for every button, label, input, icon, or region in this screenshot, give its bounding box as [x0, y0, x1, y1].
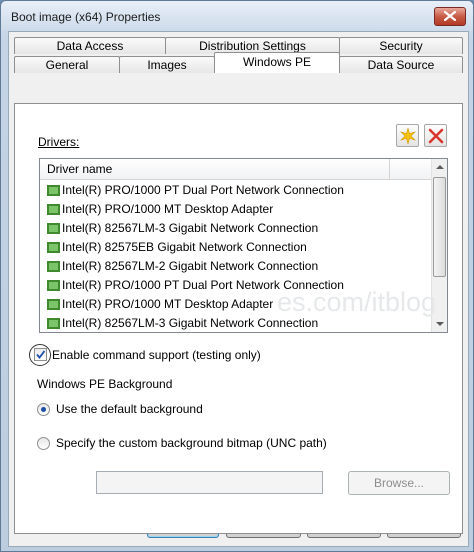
windows-pe-panel: Drivers: Driver name Intel(R) PRO/1000 P…: [14, 103, 463, 534]
driver-name: Intel(R) PRO/1000 PT Dual Port Network C…: [62, 183, 344, 197]
remove-driver-button[interactable]: [424, 124, 447, 147]
watermark-text: es.com/itblog: [277, 287, 437, 317]
tab-data-source[interactable]: Data Source: [339, 56, 463, 73]
list-item[interactable]: Intel(R) PRO/1000 MT Desktop Adapter: [40, 200, 432, 219]
scroll-up-arrow[interactable]: [432, 159, 447, 175]
network-driver-icon: [47, 223, 60, 234]
tab-images[interactable]: Images: [119, 56, 215, 73]
enable-command-support-label[interactable]: Enable command support (testing only): [52, 348, 261, 362]
list-item[interactable]: Intel(R) 82567LM-3 Gigabit Network Conne…: [40, 219, 432, 238]
driver-name: Intel(R) 82575EB Gigabit Network Connect…: [62, 240, 307, 254]
custom-background-radio[interactable]: [37, 437, 50, 450]
column-divider[interactable]: [389, 159, 390, 179]
network-driver-icon: [47, 242, 60, 253]
network-driver-icon: [47, 261, 60, 272]
properties-window: Boot image (x64) Properties Data Access …: [0, 0, 474, 552]
close-icon: [444, 11, 456, 21]
window-title: Boot image (x64) Properties: [11, 10, 161, 24]
scrollbar-thumb[interactable]: [433, 177, 446, 277]
chevron-down-icon: [436, 322, 444, 326]
network-driver-icon: [47, 280, 60, 291]
network-driver-icon: [47, 204, 60, 215]
scroll-down-arrow[interactable]: [432, 316, 447, 332]
driver-name: Intel(R) 82567LM-3 Gigabit Network Conne…: [62, 221, 319, 235]
driver-name: Intel(R) PRO/1000 MT Desktop Adapter: [62, 202, 274, 216]
close-button[interactable]: [434, 7, 466, 26]
enable-command-support-checkbox[interactable]: [34, 348, 47, 361]
chevron-up-icon: [436, 165, 444, 169]
driver-name: Intel(R) 82567LM-2 Gigabit Network Conne…: [62, 259, 319, 273]
dialog-body: Data Access Distribution Settings Securi…: [8, 31, 469, 547]
red-x-remove-icon: [428, 128, 444, 144]
column-header-driver-name[interactable]: Driver name: [47, 162, 112, 176]
starburst-add-icon: [400, 128, 416, 144]
tab-data-access[interactable]: Data Access: [14, 37, 166, 54]
network-driver-icon: [47, 299, 60, 310]
checkmark-icon: [36, 350, 46, 359]
default-background-label[interactable]: Use the default background: [56, 402, 203, 416]
tab-general[interactable]: General: [14, 56, 120, 73]
tab-security[interactable]: Security: [339, 37, 463, 54]
network-driver-icon: [47, 318, 60, 329]
driver-name: Intel(R) 82567LM-3 Gigabit Network Conne…: [62, 316, 319, 330]
list-item[interactable]: Intel(R) 82575EB Gigabit Network Connect…: [40, 238, 432, 257]
custom-background-label[interactable]: Specify the custom background bitmap (UN…: [56, 436, 327, 450]
windows-pe-background-heading: Windows PE Background: [37, 377, 173, 391]
list-header: Driver name: [40, 159, 432, 180]
background-path-input[interactable]: [96, 471, 323, 494]
list-item[interactable]: Intel(R) PRO/1000 PT Dual Port Network C…: [40, 181, 432, 200]
title-bar[interactable]: Boot image (x64) Properties: [1, 1, 473, 31]
default-background-radio[interactable]: [37, 403, 50, 416]
browse-button[interactable]: Browse...: [348, 471, 450, 495]
list-item[interactable]: Intel(R) 82567LM-2 Gigabit Network Conne…: [40, 257, 432, 276]
drivers-label: Drivers:: [38, 135, 80, 149]
add-driver-button[interactable]: [396, 124, 419, 147]
tab-windows-pe[interactable]: Windows PE: [214, 52, 340, 73]
driver-name: Intel(R) PRO/1000 MT Desktop Adapter: [62, 297, 274, 311]
network-driver-icon: [47, 185, 60, 196]
